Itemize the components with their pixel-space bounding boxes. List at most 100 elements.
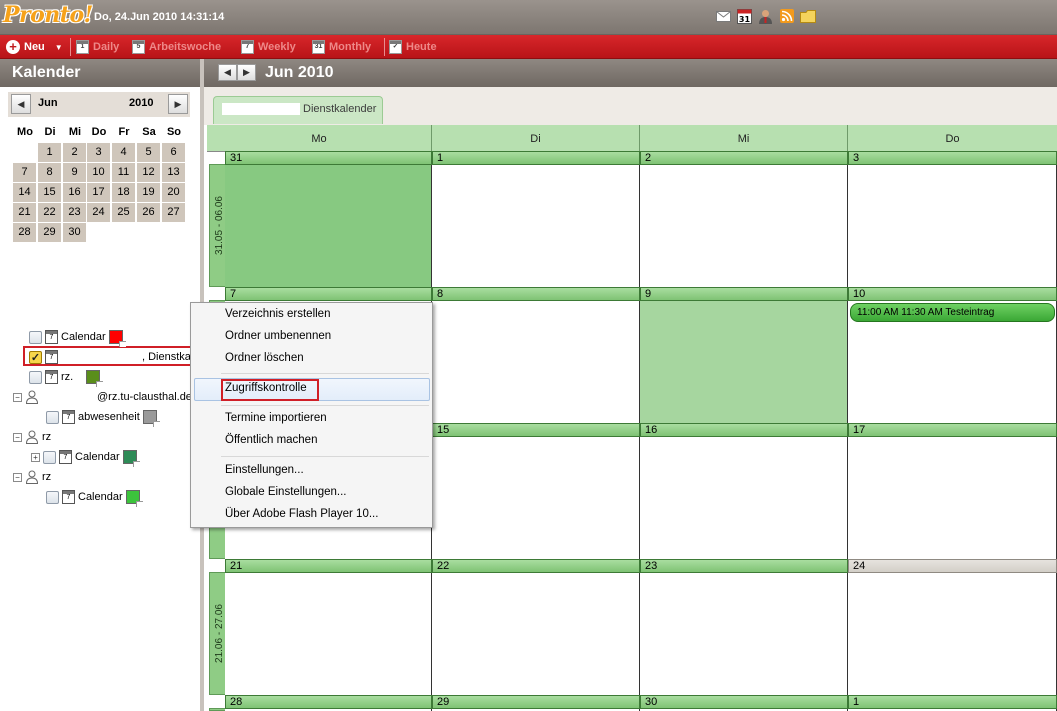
mini-day[interactable]: 27 — [162, 203, 185, 222]
tree-item-calendar-2[interactable]: + 7 Calendar — [31, 448, 140, 467]
day-number[interactable]: 10 — [848, 287, 1057, 301]
expand-toggle[interactable]: + — [31, 452, 40, 462]
tree-item-calendar-3[interactable]: 7 Calendar — [46, 488, 143, 507]
mini-day[interactable]: 30 — [63, 223, 86, 242]
day-number[interactable]: 23 — [640, 559, 848, 573]
color-swatch[interactable] — [142, 410, 160, 427]
folder-icon[interactable] — [799, 8, 816, 24]
day-number[interactable]: 2 — [640, 151, 848, 165]
collapse-toggle[interactable]: − — [13, 392, 22, 402]
color-swatch[interactable] — [86, 370, 104, 387]
day-number[interactable]: 1 — [848, 695, 1057, 709]
mini-day[interactable]: 14 — [13, 183, 36, 202]
mini-day[interactable]: 21 — [13, 203, 36, 222]
tree-item-calendar[interactable]: 7 Calendar — [29, 328, 126, 347]
calendar-checkbox[interactable] — [29, 370, 42, 384]
tree-item-abwesenheit[interactable]: 7 abwesenheit — [46, 408, 160, 427]
mini-day[interactable]: 19 — [137, 183, 160, 202]
mini-day[interactable]: 6 — [162, 143, 185, 162]
day-number[interactable]: 9 — [640, 287, 848, 301]
view-daily-button[interactable]: 1 Daily — [76, 39, 119, 55]
day-number[interactable]: 8 — [432, 287, 640, 301]
day-number[interactable]: 17 — [848, 423, 1057, 437]
event-testeintrag[interactable]: 11:00 AM 11:30 AM Testeintrag — [850, 303, 1055, 322]
day-cell[interactable] — [432, 300, 640, 423]
collapse-toggle[interactable]: − — [13, 472, 22, 482]
mini-day[interactable]: 25 — [112, 203, 135, 222]
mini-day[interactable]: 20 — [162, 183, 185, 202]
color-swatch[interactable] — [125, 490, 143, 507]
menu-item-make-public[interactable]: Öffentlich machen — [225, 434, 317, 446]
day-cell[interactable] — [848, 572, 1057, 695]
calendar-checkbox[interactable] — [46, 490, 59, 504]
mini-day[interactable]: 29 — [38, 223, 61, 242]
mini-day[interactable]: 24 — [87, 203, 110, 222]
day-cell[interactable] — [640, 572, 848, 695]
day-cell[interactable] — [432, 572, 640, 695]
mini-day[interactable]: 17 — [87, 183, 110, 202]
day-number[interactable]: 22 — [432, 559, 640, 573]
menu-item-settings[interactable]: Einstellungen... — [225, 464, 304, 476]
mini-prev-month-button[interactable]: ◀ — [11, 94, 31, 114]
dropdown-arrow-icon[interactable]: ▼ — [55, 43, 63, 52]
day-number[interactable]: 21 — [225, 559, 432, 573]
day-cell[interactable] — [848, 436, 1057, 559]
mini-day[interactable]: 4 — [112, 143, 135, 162]
tree-item-user-account[interactable]: − @rz.tu-clausthal.de — [13, 388, 192, 406]
contacts-icon[interactable] — [757, 8, 774, 24]
rss-icon[interactable] — [778, 8, 795, 24]
mini-next-month-button[interactable]: ▶ — [168, 94, 188, 114]
day-cell[interactable] — [640, 164, 848, 287]
menu-item-create-folder[interactable]: Verzeichnis erstellen — [225, 308, 330, 320]
mini-day[interactable]: 1 — [38, 143, 61, 162]
tab-dienstkalender[interactable]: Dienstkalender — [213, 96, 383, 124]
menu-item-rename-folder[interactable]: Ordner umbenennen — [225, 330, 331, 342]
calendar-checkbox[interactable] — [43, 450, 56, 464]
day-cell[interactable] — [640, 436, 848, 559]
day-cell[interactable] — [225, 164, 432, 287]
menu-item-about-flash[interactable]: Über Adobe Flash Player 10... — [225, 508, 378, 520]
tree-item-dienstkalender[interactable]: ✓ 7 , Dienstkaler — [29, 348, 203, 366]
mini-day[interactable]: 3 — [87, 143, 110, 162]
collapse-toggle[interactable]: − — [13, 432, 22, 442]
mini-day[interactable]: 15 — [38, 183, 61, 202]
day-number[interactable]: 3 — [848, 151, 1057, 165]
tree-item-user-rz[interactable]: − rz — [13, 428, 51, 446]
calendar-checkbox[interactable] — [29, 330, 42, 344]
day-number[interactable]: 31 — [225, 151, 432, 165]
mini-day[interactable]: 18 — [112, 183, 135, 202]
mini-day[interactable]: 8 — [38, 163, 61, 182]
tree-item-rz[interactable]: 7 rz. — [29, 368, 104, 387]
tree-item-user-rz-2[interactable]: − rz — [13, 468, 51, 486]
mini-day[interactable]: 16 — [63, 183, 86, 202]
mini-day[interactable]: 26 — [137, 203, 160, 222]
day-number[interactable]: 29 — [432, 695, 640, 709]
day-cell[interactable] — [432, 436, 640, 559]
prev-month-button[interactable]: ◀ — [218, 64, 237, 81]
mail-icon[interactable] — [715, 8, 732, 24]
menu-item-global-settings[interactable]: Globale Einstellungen... — [225, 486, 346, 498]
mini-day[interactable]: 28 — [13, 223, 36, 242]
day-cell[interactable] — [225, 572, 432, 695]
mini-day[interactable]: 23 — [63, 203, 86, 222]
mini-day[interactable]: 12 — [137, 163, 160, 182]
menu-item-import-events[interactable]: Termine importieren — [225, 412, 327, 424]
view-workweek-button[interactable]: 5 Arbeitswoche — [132, 39, 221, 55]
today-button[interactable]: ✓ Heute — [389, 39, 437, 55]
mini-day[interactable]: 10 — [87, 163, 110, 182]
mini-day[interactable]: 5 — [137, 143, 160, 162]
calendar-31-icon[interactable]: 31 — [736, 8, 753, 24]
mini-day[interactable]: 13 — [162, 163, 185, 182]
mini-day[interactable]: 9 — [63, 163, 86, 182]
view-weekly-button[interactable]: 7 Weekly — [241, 39, 296, 55]
calendar-checkbox[interactable] — [46, 410, 59, 424]
next-month-button[interactable]: ▶ — [237, 64, 256, 81]
color-swatch[interactable] — [122, 450, 140, 467]
color-swatch[interactable] — [108, 330, 126, 347]
day-cell[interactable] — [640, 300, 848, 423]
day-number[interactable]: 16 — [640, 423, 848, 437]
day-number[interactable]: 28 — [225, 695, 432, 709]
day-number[interactable]: 15 — [432, 423, 640, 437]
mini-day[interactable]: 2 — [63, 143, 86, 162]
menu-item-delete-folder[interactable]: Ordner löschen — [225, 352, 304, 364]
